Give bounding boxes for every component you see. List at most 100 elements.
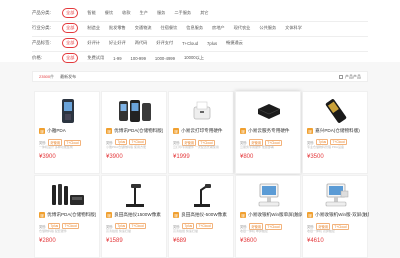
filter-option[interactable]: 交通物流 <box>135 25 152 31</box>
product-desc: 收银一体机 双屏触控 <box>307 229 335 233</box>
product-name[interactable]: 小雅PDA <box>47 128 66 134</box>
product-name[interactable]: 小易收银机Win版单屏(触屏) <box>248 212 302 218</box>
filter-option[interactable]: 好评支付 <box>156 40 173 46</box>
product-desc: 专业仓储物料管理 PDA设备 <box>307 145 345 149</box>
pda-device-icon <box>45 96 91 126</box>
filter-option-all[interactable]: 全部 <box>62 8 79 18</box>
product-desc: 一体机设计 多种功能集成 <box>39 145 73 149</box>
product-meta-label: 类别: <box>106 224 114 229</box>
filter-option[interactable]: 两代码 <box>135 40 148 46</box>
filter-option[interactable]: 收款 <box>122 10 130 16</box>
handheld-device-icon <box>313 96 359 126</box>
filter-option[interactable]: 二手服务 <box>174 10 191 16</box>
filter-option[interactable]: 信息服务 <box>186 25 203 31</box>
product-meta-label: 类别: <box>106 140 114 145</box>
divider <box>32 36 368 37</box>
filter-option[interactable]: 服务 <box>157 10 165 16</box>
filter-option[interactable]: 现代农业 <box>234 25 251 31</box>
filter-option[interactable]: T+Cloud <box>182 41 198 46</box>
product-card[interactable]: 服优博讯PDA(仓储物料版) 类别: 7plus T+Cloud 小雅PDA仓储物料… <box>101 91 167 174</box>
filter-option[interactable]: 智能 <box>87 10 95 16</box>
product-card[interactable]: 服小易收银机Win版单屏(触屏) 类别: 好使用 T+Cloud 收银一体机 单屏触… <box>235 175 302 258</box>
filter-option-all[interactable]: 全部 <box>62 23 79 33</box>
product-desc: 云服务专用硬件 便捷部署 <box>240 145 274 149</box>
result-count-suffix: 件 <box>50 73 55 79</box>
product-price: ¥3900 <box>39 154 56 160</box>
product-price: ¥3600 <box>240 238 257 244</box>
product-card[interactable]: 服嘉兴PDA(仓储物料版) 类别: 7plus T+Cloud 专业仓储物料管理 P… <box>302 91 368 174</box>
product-card[interactable]: 服优博讯PDA(仓储物料版) 类别: 7plus T+Cloud 仓储物料版 配套硬… <box>34 175 100 258</box>
filter-option[interactable]: 1000-4999 <box>155 56 175 61</box>
filter-option[interactable]: 生产 <box>140 10 148 16</box>
product-card[interactable]: 服小易收银机Win版-双屏(触屏) 类别: 好使用 T+Cloud 收银一体机 双屏… <box>302 175 369 258</box>
pos-terminal-icon <box>246 180 292 210</box>
product-price: ¥2800 <box>39 238 56 244</box>
product-desc: 云打印专用硬件 一次配置长期使用 <box>173 145 219 149</box>
product-price: ¥689 <box>173 238 187 244</box>
product-name[interactable]: 良田高拍仪1500W像素 <box>114 212 161 218</box>
product-meta-label: 类别: <box>39 224 47 229</box>
filter-option[interactable]: 住宿餐饮 <box>161 25 178 31</box>
product-filter-toggle[interactable]: 产品产品 <box>339 74 361 80</box>
filter-panel: 产品分类: 全部 智能 餐饮 收款 生产 服务 二手服务 其它 行业分类: 全部… <box>0 0 400 63</box>
product-name[interactable]: 良田高拍仪-500W像素 <box>181 212 227 218</box>
filter-option-all[interactable]: 全部 <box>62 53 79 63</box>
product-card[interactable]: 服小雅PDA 类别: 好使用 T+Cloud 一体机设计 多种功能集成 ¥3900 <box>34 91 100 174</box>
product-desc: 收银一体机 单屏触控 <box>240 229 268 233</box>
filter-row-category: 产品分类: 全部 智能 餐饮 收款 生产 服务 二手服务 其它 <box>0 8 400 18</box>
product-card[interactable]: 服良田高拍仪1500W像素 类别: 7plus T+Cloud 高清拍摄 快速扫描 … <box>101 175 167 258</box>
doc-camera-small-icon <box>179 180 225 210</box>
filter-label: 产品标签: <box>32 40 51 45</box>
product-name[interactable]: 优博讯PDA(仓储物料版) <box>47 212 96 218</box>
product-tag: 服 <box>240 212 247 218</box>
product-price: ¥4610 <box>307 238 324 244</box>
filter-label: 行业分类: <box>32 25 51 30</box>
filter-option[interactable]: 其它 <box>200 10 208 16</box>
product-tag: 服 <box>39 128 46 134</box>
filter-row-tags: 产品标签: 全部 好评计 好让好评 两代码 好评支付 T+Cloud 7plus… <box>0 38 400 48</box>
filter-option[interactable]: 10000以上 <box>184 55 204 61</box>
checkbox[interactable] <box>339 74 343 79</box>
filter-row-price: 价格: 全部 免费试用 1-99 100-999 1000-4999 10000… <box>0 53 400 63</box>
product-card[interactable]: 服良田高拍仪-500W像素 类别: 7plus T+Cloud 高清拍摄 快速扫描 … <box>168 175 234 258</box>
filter-option[interactable]: 好让好评 <box>109 40 126 46</box>
filter-option-all[interactable]: 全部 <box>62 38 79 48</box>
filter-option[interactable]: 7plus <box>207 41 217 46</box>
router-device-icon <box>246 96 292 126</box>
result-count-value: 23500 <box>39 73 51 79</box>
filter-option[interactable]: 文体科学 <box>285 25 302 31</box>
pos-dual-icon <box>313 180 359 210</box>
product-name[interactable]: 嘉兴PDA(仓储物料版) <box>315 128 360 134</box>
filter-label: 价格: <box>32 55 43 60</box>
filter-option[interactable]: 餐饮 <box>105 10 113 16</box>
filter-option[interactable]: 公共服务 <box>259 25 276 31</box>
product-tag: 服 <box>173 212 180 218</box>
product-name[interactable]: 优博讯PDA(仓储物料版) <box>114 128 163 134</box>
filter-option[interactable]: 1-99 <box>113 56 121 61</box>
product-card[interactable]: 服小易云打印专用硬件 类别: 好使用 T+Cloud 云打印专用硬件 一次配置长期使… <box>168 91 234 174</box>
product-tag: 服 <box>307 212 314 218</box>
product-name[interactable]: 小易收银机Win版-双屏(触屏) <box>315 212 369 218</box>
product-tag: 服 <box>106 128 113 134</box>
filter-option[interactable]: 批发零售 <box>109 25 126 31</box>
filter-option[interactable]: 免费试用 <box>87 55 104 61</box>
product-card[interactable]: 服小易云服务专用硬件 类别: 好使用 T+Cloud 云服务专用硬件 便捷部署 ¥8… <box>235 91 301 174</box>
filter-option[interactable]: 100-999 <box>131 56 146 61</box>
scanner-device-icon <box>112 96 158 126</box>
product-name[interactable]: 小易云服务专用硬件 <box>248 128 289 134</box>
product-desc: 小雅PDA仓储物料版 使用方便 <box>106 145 147 149</box>
product-tag: 服 <box>240 128 247 134</box>
product-price: ¥800 <box>240 154 254 160</box>
sort-latest[interactable]: 最新发布 <box>60 74 76 80</box>
product-price: ¥1999 <box>173 154 190 160</box>
product-filter-label: 产品产品 <box>345 73 361 79</box>
filter-option[interactable]: 房地产 <box>212 25 225 31</box>
filter-option[interactable]: 好评计 <box>87 40 100 46</box>
product-tag: 服 <box>106 212 113 218</box>
filter-option[interactable]: 制造业 <box>87 25 100 31</box>
result-bar: 23500件 最新发布 产品产品 <box>32 71 368 82</box>
filter-option[interactable]: 畅捷通云 <box>226 40 243 46</box>
product-tag: 服 <box>307 128 314 134</box>
product-name[interactable]: 小易云打印专用硬件 <box>181 128 222 134</box>
filter-row-industry: 行业分类: 全部 制造业 批发零售 交通物流 住宿餐饮 信息服务 房地产 现代农… <box>0 23 400 33</box>
